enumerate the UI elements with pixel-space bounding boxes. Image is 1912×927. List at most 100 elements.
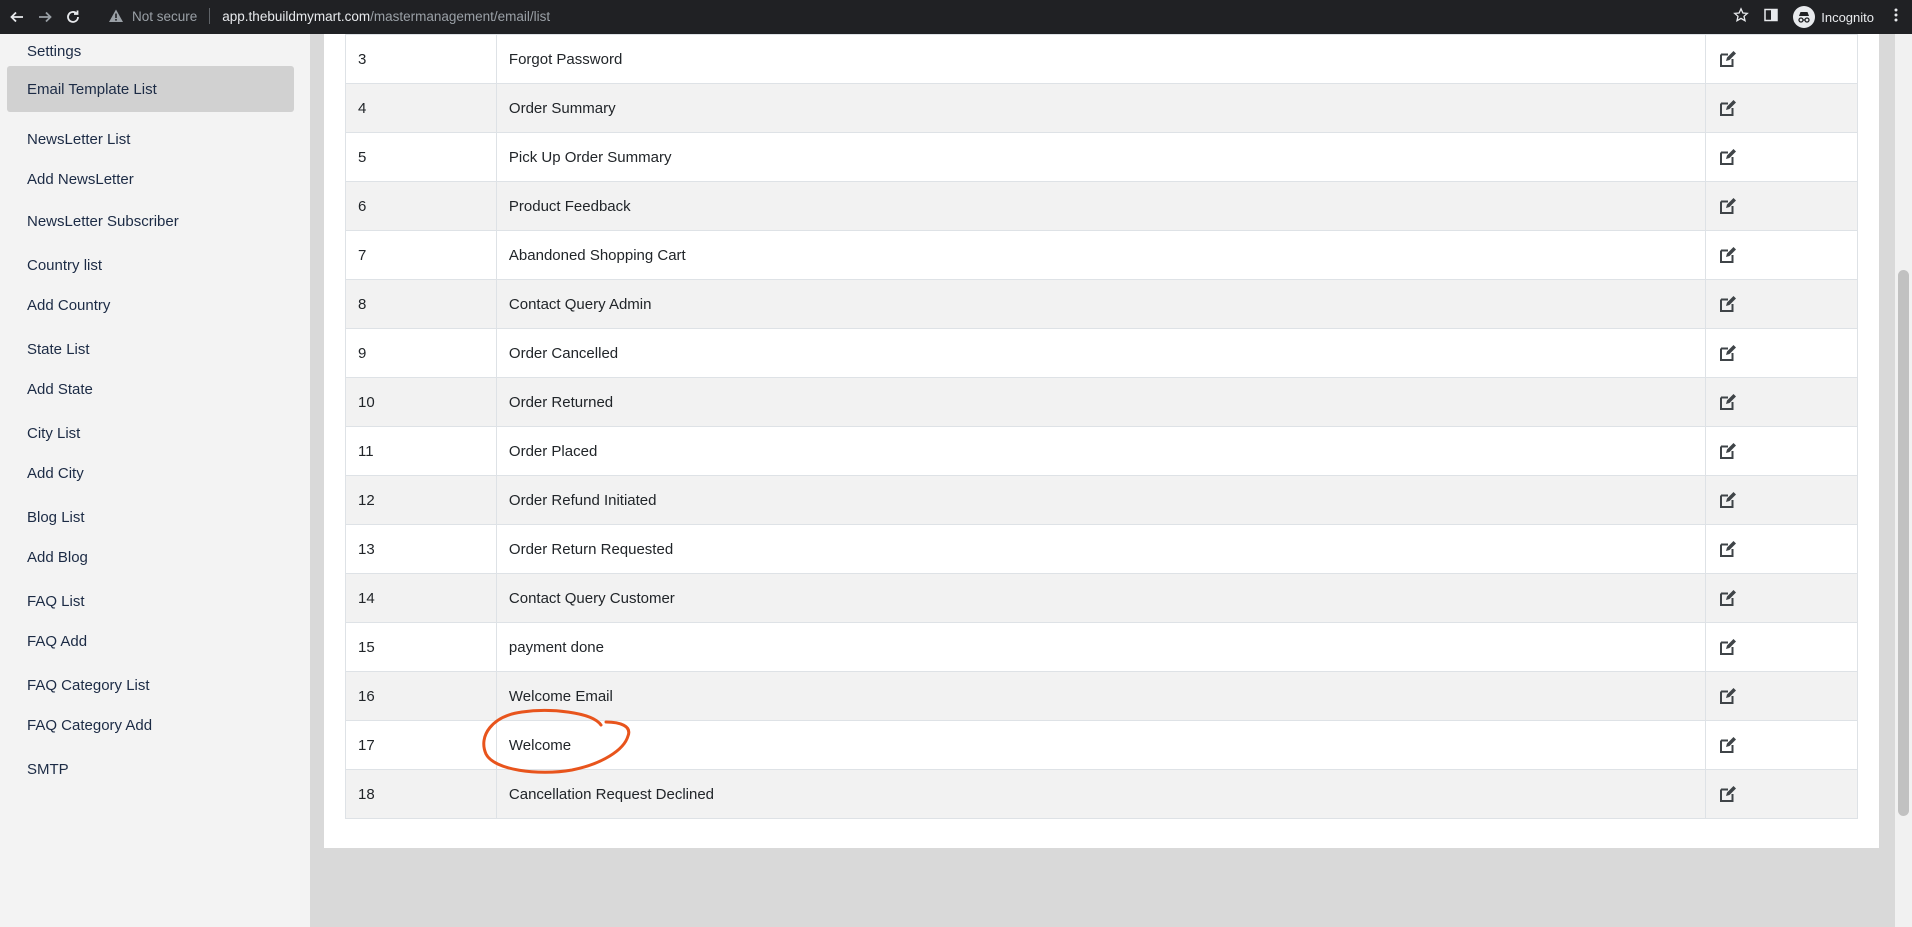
security-indicator[interactable]: Not secure xyxy=(108,8,197,24)
edit-icon[interactable] xyxy=(1718,392,1738,412)
edit-icon[interactable] xyxy=(1718,539,1738,559)
sidebar-item-email-template-list[interactable]: Email Template List xyxy=(7,66,294,112)
template-name-cell: Contact Query Customer xyxy=(495,573,1707,623)
forward-button[interactable] xyxy=(34,6,56,28)
sidebar-item-label: FAQ Category Add xyxy=(27,716,153,734)
address-divider xyxy=(209,8,211,24)
action-cell xyxy=(1705,671,1858,721)
table-row: 18 Cancellation Request Declined xyxy=(345,769,1858,819)
template-name-cell: Order Cancelled xyxy=(495,328,1707,378)
incognito-label: Incognito xyxy=(1821,9,1874,25)
incognito-icon xyxy=(1793,6,1816,28)
table-row: 9 Order Cancelled xyxy=(345,328,1858,378)
row-id-cell: 15 xyxy=(345,622,497,672)
edit-icon[interactable] xyxy=(1718,98,1738,118)
edit-icon[interactable] xyxy=(1718,196,1738,216)
edit-icon[interactable] xyxy=(1718,441,1738,461)
sidebar-item-add-state[interactable]: Add State xyxy=(7,366,294,412)
template-name-cell: Pick Up Order Summary xyxy=(495,132,1707,182)
row-id-cell: 10 xyxy=(345,377,497,427)
row-id-cell: 11 xyxy=(345,426,497,476)
sidebar-item-add-city[interactable]: Add City xyxy=(7,450,294,496)
warning-triangle-icon xyxy=(109,9,123,22)
star-icon xyxy=(1733,6,1750,22)
scrollbar-thumb[interactable] xyxy=(1898,270,1909,816)
bookmark-star-button[interactable] xyxy=(1733,6,1750,28)
edit-icon[interactable] xyxy=(1718,686,1738,706)
edit-icon[interactable] xyxy=(1718,294,1738,314)
side-panel-button[interactable] xyxy=(1763,7,1779,28)
back-button[interactable] xyxy=(6,6,28,28)
row-id-cell: 14 xyxy=(345,573,497,623)
sidebar-item-faq-add[interactable]: FAQ Add xyxy=(7,618,294,664)
row-id-cell: 13 xyxy=(345,524,497,574)
sidebar-item-label: SMTP xyxy=(27,760,69,778)
template-name-cell: Welcome Email xyxy=(495,671,1707,721)
sidebar-item-label: Blog List xyxy=(27,508,85,526)
template-name-cell: Forgot Password xyxy=(495,34,1707,84)
reload-button[interactable] xyxy=(62,6,84,28)
page-scrollbar[interactable] xyxy=(1895,34,1912,927)
action-cell xyxy=(1705,34,1858,84)
browser-menu-button[interactable] xyxy=(1888,7,1904,28)
sidebar-item-label: Email Template List xyxy=(27,80,157,98)
template-name-cell: Product Feedback xyxy=(495,181,1707,231)
sidebar-item-label: Settings xyxy=(27,42,82,60)
row-id-cell: 8 xyxy=(345,279,497,329)
table-row: 15 payment done xyxy=(345,622,1858,672)
sidebar-item-label: Add City xyxy=(27,464,84,482)
action-cell xyxy=(1705,328,1858,378)
action-cell xyxy=(1705,475,1858,525)
row-id-cell: 16 xyxy=(345,671,497,721)
edit-icon[interactable] xyxy=(1718,245,1738,265)
table-row: 10 Order Returned xyxy=(345,377,1858,427)
main-content: 3 Forgot Password 4 Order Summary 5 Pick Up O… xyxy=(310,34,1895,927)
action-cell xyxy=(1705,181,1858,231)
template-name-cell: Welcome xyxy=(495,720,1707,770)
sidebar-item-label: Add State xyxy=(27,380,93,398)
incognito-profile-button[interactable]: Incognito xyxy=(1793,6,1874,28)
template-name-cell: Order Refund Initiated xyxy=(495,475,1707,525)
table-row: 13 Order Return Requested xyxy=(345,524,1858,574)
table-row: 8 Contact Query Admin xyxy=(345,279,1858,329)
sidebar-item-add-country[interactable]: Add Country xyxy=(7,282,294,328)
edit-icon[interactable] xyxy=(1718,147,1738,167)
sidebar-item-add-newsletter[interactable]: Add NewsLetter xyxy=(7,156,294,202)
edit-icon[interactable] xyxy=(1718,588,1738,608)
sidebar-item-faq-category-add[interactable]: FAQ Category Add xyxy=(7,702,294,748)
sidebar-item-label: Country list xyxy=(27,256,103,274)
edit-icon[interactable] xyxy=(1718,490,1738,510)
row-id-cell: 17 xyxy=(345,720,497,770)
sidebar-item-label: City List xyxy=(27,424,81,442)
row-id-cell: 7 xyxy=(345,230,497,280)
address-bar[interactable]: Not secure app.thebuildmymart.com/master… xyxy=(98,2,1768,30)
sidebar-item-label: Add Country xyxy=(27,296,111,314)
sidebar-item-add-blog[interactable]: Add Blog xyxy=(7,534,294,580)
edit-icon[interactable] xyxy=(1718,637,1738,657)
template-name-cell: Abandoned Shopping Cart xyxy=(495,230,1707,280)
action-cell xyxy=(1705,83,1858,133)
email-template-card: 3 Forgot Password 4 Order Summary 5 Pick Up O… xyxy=(324,34,1879,848)
edit-icon[interactable] xyxy=(1718,343,1738,363)
template-name-cell: Contact Query Admin xyxy=(495,279,1707,329)
reload-icon xyxy=(67,10,79,23)
edit-icon[interactable] xyxy=(1718,735,1738,755)
browser-toolbar: Not secure app.thebuildmymart.com/master… xyxy=(0,0,1912,34)
action-cell xyxy=(1705,377,1858,427)
sidebar-item-smtp[interactable]: SMTP xyxy=(7,746,294,792)
table-row: 4 Order Summary xyxy=(345,83,1858,133)
template-name-cell: Order Return Requested xyxy=(495,524,1707,574)
edit-icon[interactable] xyxy=(1718,784,1738,804)
email-template-table: 3 Forgot Password 4 Order Summary 5 Pick Up O… xyxy=(345,34,1858,819)
toolbar-actions: Incognito xyxy=(1733,0,1904,34)
action-cell xyxy=(1705,573,1858,623)
table-row: 5 Pick Up Order Summary xyxy=(345,132,1858,182)
sidebar-item-newsletter-subscriber[interactable]: NewsLetter Subscriber xyxy=(7,198,294,244)
row-id-cell: 18 xyxy=(345,769,497,819)
url-path: /mastermanagement/email/list xyxy=(370,8,551,24)
table-row: 6 Product Feedback xyxy=(345,181,1858,231)
template-name-cell: Order Returned xyxy=(495,377,1707,427)
edit-icon[interactable] xyxy=(1718,49,1738,69)
sidebar-item-label: Add Blog xyxy=(27,548,88,566)
table-row: 16 Welcome Email xyxy=(345,671,1858,721)
